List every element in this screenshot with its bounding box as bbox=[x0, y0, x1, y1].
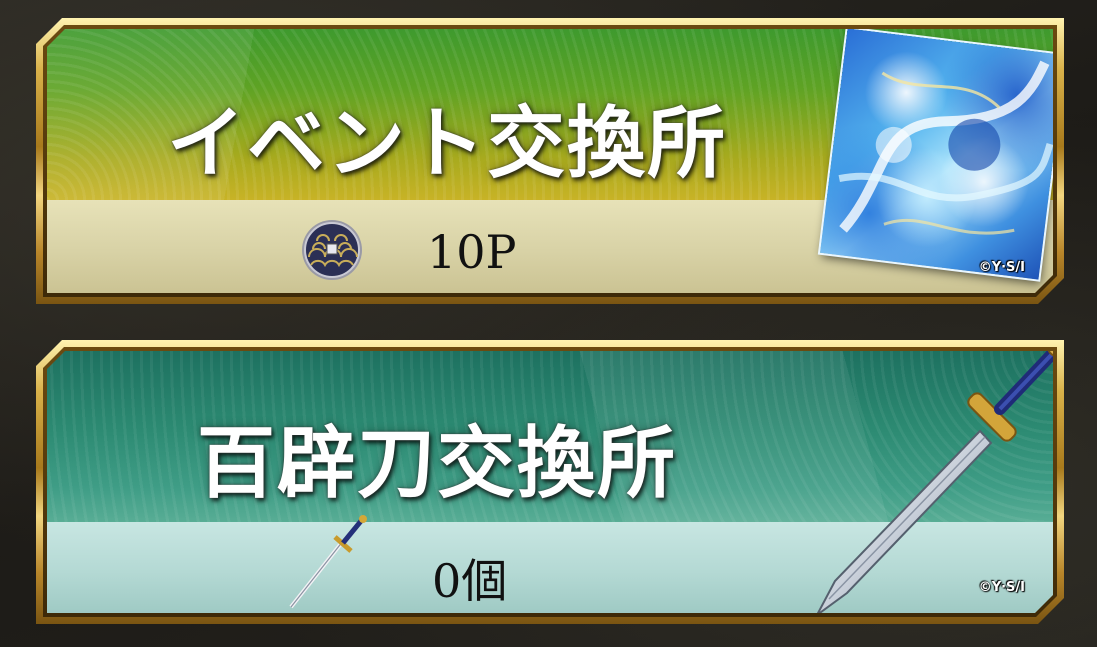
blade-count-value: 0個 bbox=[432, 554, 508, 608]
copyright-notice: ©Y·S/I bbox=[978, 580, 1025, 595]
coin-icon bbox=[301, 219, 363, 281]
blade-exchange-title: 百辟刀交換所 bbox=[197, 418, 678, 509]
dragon-swirl-icon bbox=[820, 29, 1053, 280]
banner-panel: イベント交換所 10P ©Y·S/I bbox=[47, 29, 1053, 293]
sword-artwork bbox=[795, 351, 1053, 613]
event-exchange-title: イベント交換所 bbox=[167, 98, 728, 189]
event-exchange-banner[interactable]: イベント交換所 10P ©Y·S/I bbox=[36, 18, 1064, 304]
water-dragon-artwork bbox=[820, 29, 1053, 280]
banner-panel: 百辟刀交換所 0個 ©Y·S/I bbox=[47, 351, 1053, 613]
blade-exchange-banner[interactable]: 百辟刀交換所 0個 ©Y·S/I bbox=[36, 340, 1064, 624]
copyright-notice: ©Y·S/I bbox=[978, 260, 1025, 275]
event-points-value: 10P bbox=[427, 225, 517, 279]
exchange-menu: イベント交換所 10P ©Y·S/I 百辟刀交換所 0個 ©Y·S/I bbox=[0, 0, 1097, 647]
sword-icon bbox=[283, 511, 373, 611]
